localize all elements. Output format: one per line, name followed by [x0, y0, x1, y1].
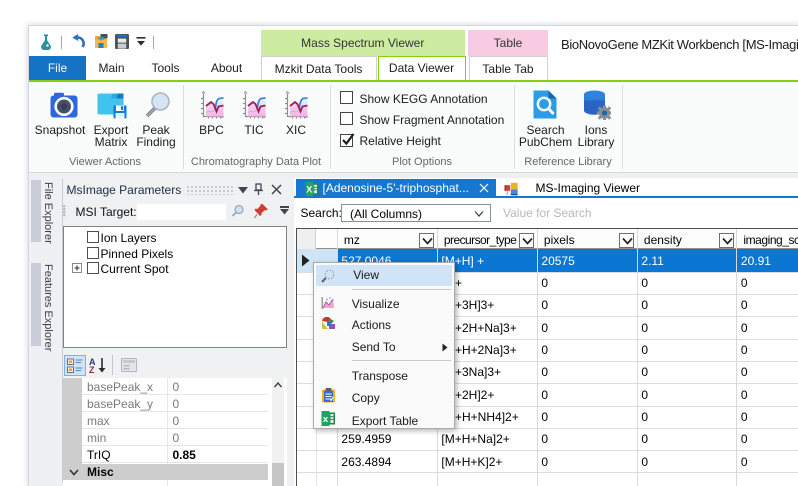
svg-text:X: X	[306, 184, 312, 194]
svg-text:x: x	[323, 414, 329, 425]
